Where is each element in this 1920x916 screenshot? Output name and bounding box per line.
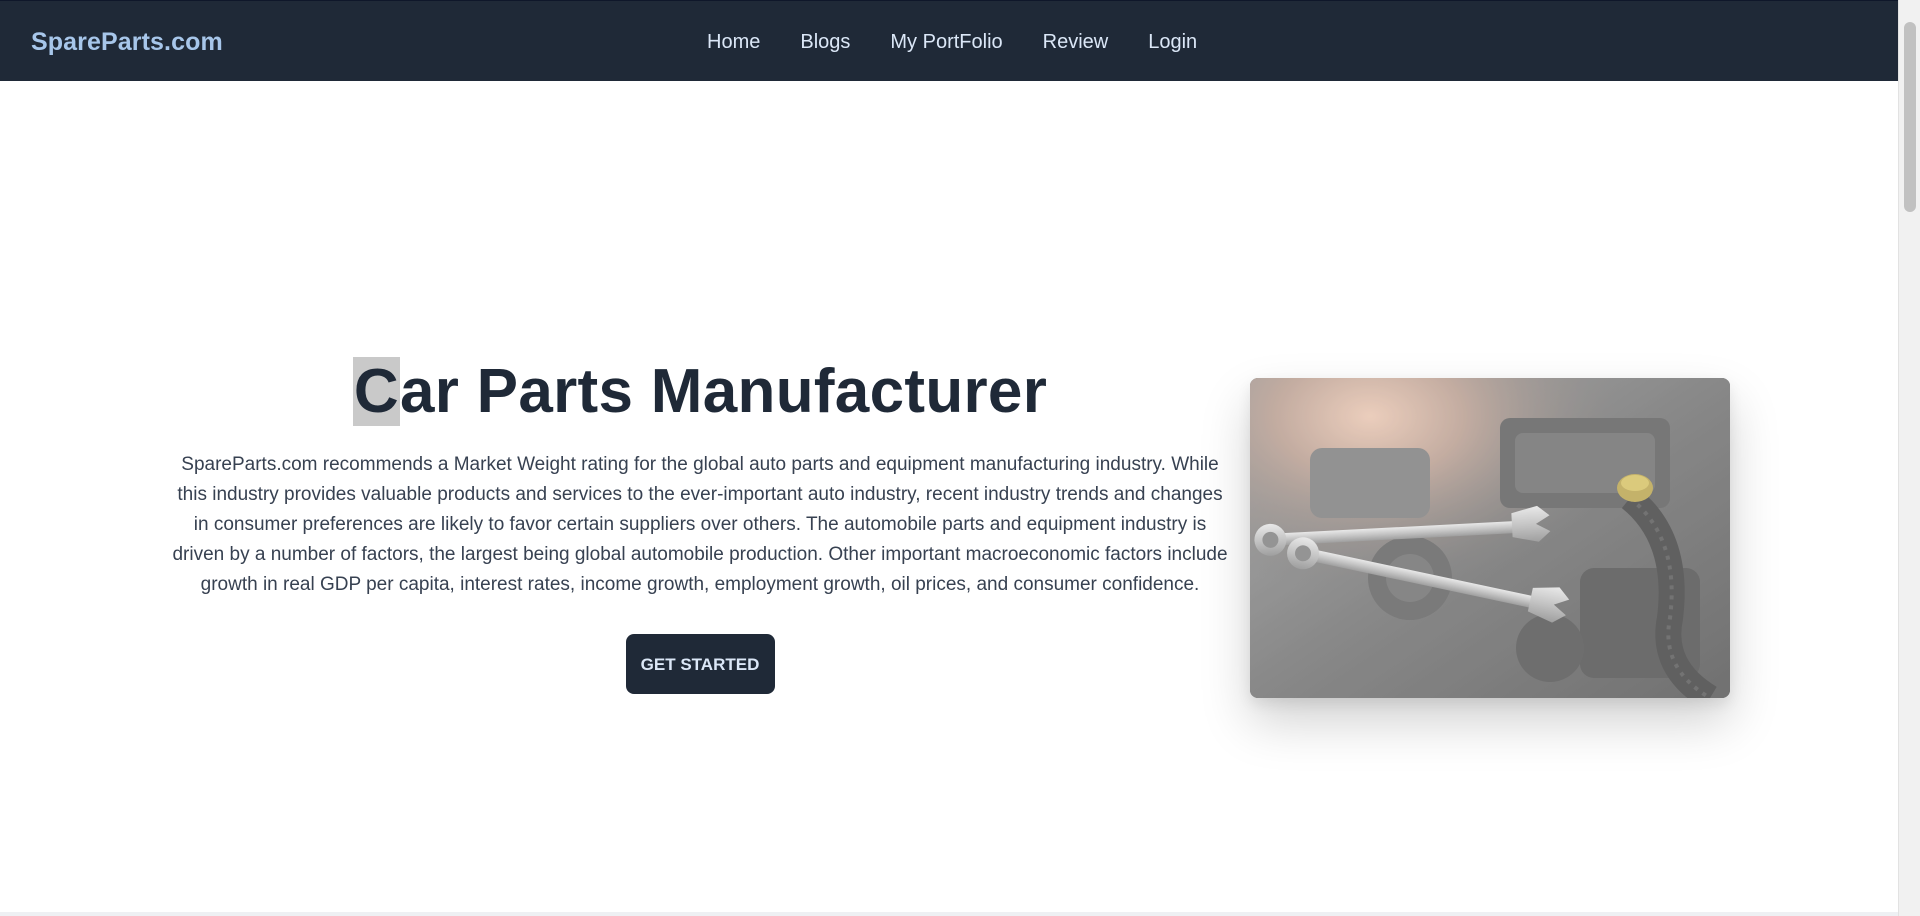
- hero-image: [1250, 378, 1730, 698]
- nav-link-portfolio[interactable]: My PortFolio: [890, 31, 1002, 54]
- page: SpareParts.com Home Blogs My PortFolio R…: [0, 0, 1920, 916]
- nav-link-login[interactable]: Login: [1148, 31, 1197, 54]
- hero-paragraph: SpareParts.com recommends a Market Weigh…: [172, 454, 1228, 595]
- nav-link-home[interactable]: Home: [707, 31, 760, 54]
- hero-title-rest: ar Parts Manufacturer: [399, 357, 1048, 426]
- nav-link-blogs[interactable]: Blogs: [800, 31, 850, 54]
- navbar: SpareParts.com Home Blogs My PortFolio R…: [0, 0, 1898, 81]
- hero-title-highlighted-letter: C: [352, 357, 400, 426]
- main-nav: Home Blogs My PortFolio Review Login: [707, 31, 1197, 54]
- get-started-button[interactable]: GET STARTED: [625, 634, 775, 694]
- hero-title: Car Parts Manufacturer: [170, 350, 1230, 434]
- bottom-edge: [0, 912, 1898, 916]
- hero-section: Car Parts Manufacturer SpareParts.com re…: [170, 350, 1230, 694]
- brand-logo-link[interactable]: SpareParts.com: [31, 28, 223, 57]
- scrollbar-thumb[interactable]: [1904, 22, 1916, 212]
- nav-link-review[interactable]: Review: [1043, 31, 1109, 54]
- page-scrollbar[interactable]: [1898, 0, 1920, 916]
- engine-wrenches-image: [1250, 378, 1730, 698]
